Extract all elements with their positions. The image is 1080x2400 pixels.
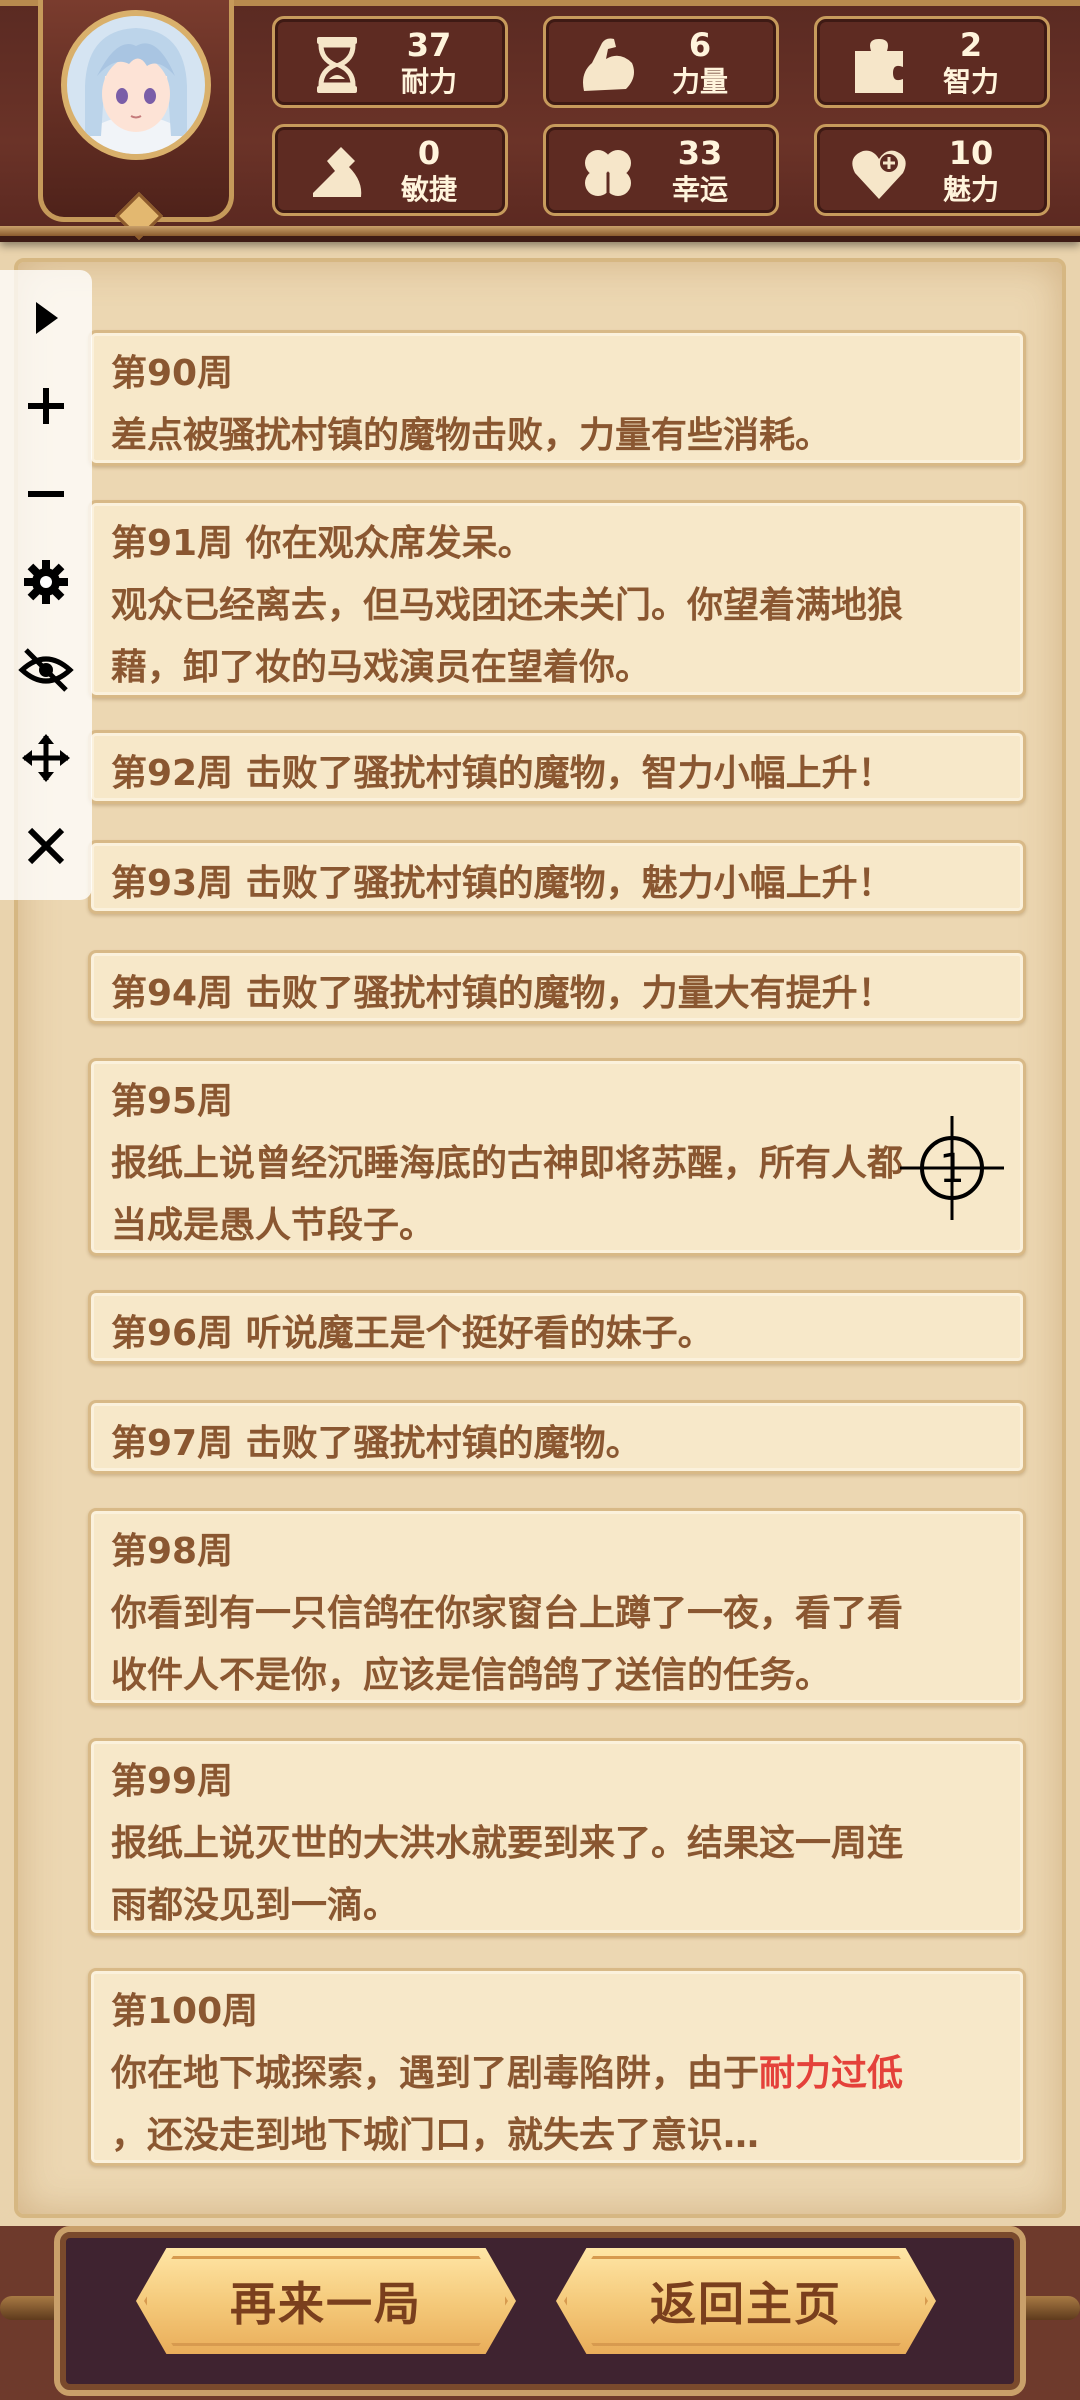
stat-label: 智力 — [942, 65, 999, 98]
log-line: 雨都没见到一滴。 — [111, 1885, 400, 1926]
stat-value: 0 — [417, 134, 441, 172]
log-line: 第91周 你在观众席发呆。 — [111, 523, 534, 564]
heart-plus-icon — [852, 150, 906, 199]
stat-label: 魅力 — [942, 173, 999, 206]
stat-value: 33 — [677, 134, 723, 172]
log-line: 第94周 击败了骚扰村镇的魔物，力量大有提升！ — [111, 973, 894, 1014]
log-line: 报纸上说曾经沉睡海底的古神即将苏醒，所有人都 — [111, 1143, 904, 1184]
log-entry: 第92周 击败了骚扰村镇的魔物，智力小幅上升！ — [88, 730, 1026, 804]
crosshair-target-icon[interactable]: 1 — [900, 1116, 1004, 1220]
eye-hidden-icon[interactable] — [18, 642, 74, 698]
return-home-label: 返回主页 — [650, 2277, 842, 2331]
log-line: 第95周 — [111, 1081, 234, 1122]
status-header: 37 耐力 6 力量 2 智力 0 敏捷 33 幸运 10 魅力 — [0, 0, 1080, 242]
log-line: 第96周 听说魔王是个挺好看的妹子。 — [111, 1313, 714, 1354]
stat-stamina[interactable]: 37 耐力 — [272, 16, 508, 108]
log-entry: 第95周 报纸上说曾经沉睡海底的古神即将苏醒，所有人都 当成是愚人节段子。 — [88, 1058, 1026, 1256]
log-line: 第97周 击败了骚扰村镇的魔物。 — [111, 1423, 642, 1464]
log-entry: 第100周 你在地下城探索，遇到了剧毒陷阱，由于耐力过低 ，还没走到地下城门口，… — [88, 1968, 1026, 2166]
flexed-arm-icon — [583, 38, 634, 91]
log-line: 差点被骚扰村镇的魔物击败，力量有些消耗。 — [111, 415, 832, 456]
settings-gear-icon[interactable] — [18, 554, 74, 610]
stat-luck[interactable]: 33 幸运 — [543, 124, 779, 216]
stat-value: 2 — [959, 26, 983, 64]
crosshair-label: 1 — [939, 1146, 964, 1192]
plus-icon[interactable] — [18, 378, 74, 434]
log-entry: 第97周 击败了骚扰村镇的魔物。 — [88, 1400, 1026, 1474]
stat-label: 力量 — [671, 65, 728, 98]
close-icon[interactable] — [18, 818, 74, 874]
stat-charm[interactable]: 10 魅力 — [814, 124, 1050, 216]
stat-value: 6 — [688, 26, 712, 64]
log-line: 观众已经离去，但马戏团还未关门。你望着满地狼 — [111, 585, 904, 626]
event-log-panel[interactable]: 第90周 差点被骚扰村镇的魔物击败，力量有些消耗。 第91周 你在观众席发呆。 … — [14, 258, 1066, 2218]
log-line: 你看到有一只信鸽在你家窗台上蹲了一夜，看了看 — [111, 1593, 904, 1634]
log-entry: 第94周 击败了骚扰村镇的魔物，力量大有提升！ — [88, 950, 1026, 1024]
character-portrait-icon — [76, 28, 196, 154]
play-again-button[interactable]: 再来一局 — [136, 2248, 516, 2354]
avatar[interactable] — [61, 10, 211, 160]
log-line: 第98周 — [111, 1531, 234, 1572]
stat-label: 幸运 — [671, 173, 728, 206]
log-entry: 第96周 听说魔王是个挺好看的妹子。 — [88, 1290, 1026, 1364]
log-entry: 第90周 差点被骚扰村镇的魔物击败，力量有些消耗。 — [88, 330, 1026, 466]
log-entry: 第91周 你在观众席发呆。 观众已经离去，但马戏团还未关门。你望着满地狼 藉，卸… — [88, 500, 1026, 698]
play-icon[interactable] — [18, 290, 74, 346]
stat-value: 10 — [948, 134, 994, 172]
log-line: 第93周 击败了骚扰村镇的魔物，魅力小幅上升！ — [111, 863, 894, 904]
log-line: 报纸上说灭世的大洪水就要到来了。结果这一周连 — [111, 1823, 904, 1864]
log-line: 藉，卸了妆的马戏演员在望着你。 — [111, 647, 652, 688]
log-line: 第100周 — [111, 1991, 259, 2032]
avatar-frame — [38, 0, 234, 241]
floating-toolbar — [0, 270, 92, 900]
stat-label: 敏捷 — [400, 173, 457, 206]
log-line: 第90周 — [111, 353, 234, 394]
stat-intelligence[interactable]: 2 智力 — [814, 16, 1050, 108]
log-line: ，还没走到地下城门口，就失去了意识… — [111, 2115, 760, 2156]
clover-icon — [585, 150, 631, 201]
hourglass-icon — [317, 37, 357, 93]
play-again-label: 再来一局 — [230, 2277, 422, 2331]
log-text: 你在地下城探索，遇到了剧毒陷阱，由于 — [111, 2053, 760, 2094]
puzzle-piece-icon — [855, 39, 903, 93]
log-line: 当成是愚人节段子。 — [111, 1205, 436, 1246]
boot-icon — [313, 147, 362, 197]
stat-strength[interactable]: 6 力量 — [543, 16, 779, 108]
log-entry: 第98周 你看到有一只信鸽在你家窗台上蹲了一夜，看了看 收件人不是你，应该是信鸽… — [88, 1508, 1026, 1706]
log-line: 收件人不是你，应该是信鸽鸽了送信的任务。 — [111, 1655, 832, 1696]
stat-agility[interactable]: 0 敏捷 — [272, 124, 508, 216]
frame-gem — [114, 191, 164, 241]
minus-icon[interactable] — [18, 466, 74, 522]
log-line: 第99周 — [111, 1761, 234, 1802]
log-entry: 第93周 击败了骚扰村镇的魔物，魅力小幅上升！ — [88, 840, 1026, 914]
stat-value: 37 — [406, 26, 452, 64]
log-line: 第92周 击败了骚扰村镇的魔物，智力小幅上升！ — [111, 753, 894, 794]
return-home-button[interactable]: 返回主页 — [556, 2248, 936, 2354]
warning-highlight: 耐力过低 — [759, 2053, 904, 2094]
move-icon[interactable] — [18, 730, 74, 786]
stat-label: 耐力 — [400, 65, 457, 98]
log-line: 你在地下城探索，遇到了剧毒陷阱，由于耐力过低 — [111, 2043, 1003, 2105]
log-entry: 第99周 报纸上说灭世的大洪水就要到来了。结果这一周连 雨都没见到一滴。 — [88, 1738, 1026, 1936]
